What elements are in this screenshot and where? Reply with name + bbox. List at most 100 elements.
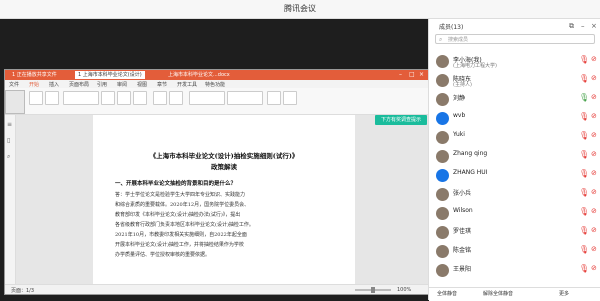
camera-off-icon[interactable]: ⊘ (591, 245, 597, 253)
doc-section-heading: 一、开展本科毕业论文抽检的背景和目的是什么？ (115, 181, 237, 187)
participant-name: 罗佳琪 (453, 228, 472, 235)
participant-subtitle: (上海电力工程大学) (453, 63, 497, 69)
ribbon-tab-file[interactable]: 文件 (9, 81, 19, 88)
camera-off-icon[interactable]: ⊘ (591, 169, 597, 177)
search-icon[interactable]: ⌕ (7, 153, 10, 161)
ribbon-tab-insert[interactable]: 插入 (49, 81, 59, 88)
app-tab-2[interactable]: 上海市本科毕业论文...docx (165, 71, 233, 79)
ribbon-tab-chapter[interactable]: 章节 (157, 81, 167, 88)
ribbon-tab-review[interactable]: 审阅 (117, 81, 127, 88)
doc-paragraph-line: 2021年10月，市教委印发相关实施细则，自2022年起全面 (115, 232, 247, 238)
format-button[interactable] (283, 91, 297, 105)
doc-paragraph-line: 开展本科毕业论文(设计)抽检工作，并将抽检结果作为学校 (115, 242, 244, 248)
doc-paragraph-line: 各省级教育行政部门负责本地区本科毕业论文(设计)抽检工作。 (115, 222, 254, 228)
avatar (436, 169, 449, 182)
minimize-panel-icon[interactable]: – (581, 22, 585, 30)
style-gallery-2[interactable] (227, 91, 263, 105)
camera-off-icon[interactable]: ⊘ (591, 74, 597, 82)
select-tool-button[interactable] (5, 90, 25, 114)
find-button[interactable] (267, 91, 281, 105)
wps-window: 1 正在播放共享文件 1 上海市本科毕业论文(设计) 上海市本科毕业论文...d… (4, 69, 430, 295)
participant-name: Wilson (453, 207, 473, 214)
copy-button[interactable] (45, 91, 59, 105)
participant-row[interactable]: 王景阳 🎙 ⊘ (429, 259, 600, 281)
zoom-level[interactable]: 100% (397, 287, 411, 293)
window-title: 腾讯会议 (284, 4, 316, 13)
close-panel-icon[interactable]: × (591, 22, 597, 30)
close-icon[interactable]: × (419, 71, 424, 78)
participant-name: 陈金铭 (453, 247, 472, 254)
font-selector[interactable] (63, 91, 99, 105)
avatar (436, 245, 449, 258)
search-placeholder: 搜索成员 (448, 37, 469, 43)
underline-button[interactable] (133, 91, 147, 105)
search-icon: ⌕ (439, 36, 443, 43)
more-button[interactable]: 更多 (559, 290, 569, 297)
ribbon-tab-view[interactable]: 视图 (137, 81, 147, 88)
microphone-muted-icon[interactable]: 🎙 (579, 226, 589, 235)
align-left-button[interactable] (153, 91, 167, 105)
participant-name: ZHANG HUI (453, 169, 488, 176)
doc-paragraph-line: 办学质量评估、学位授权审核的重要依据。 (115, 252, 211, 258)
microphone-muted-icon[interactable]: 🎙 (579, 207, 589, 216)
maximize-icon[interactable]: □ (409, 71, 415, 78)
doc-paragraph-line: 答：学士学位论文是检验学生大学四年专业知识、实践能力 (115, 192, 246, 198)
camera-off-icon[interactable]: ⊘ (591, 150, 597, 158)
document-page[interactable]: 《上海市本科毕业论文(设计)抽检实施细则(试行)》 政策解读 一、开展本科毕业论… (93, 115, 355, 284)
avatar (436, 264, 449, 277)
camera-off-icon[interactable]: ⊘ (591, 188, 597, 196)
ribbon-tab-references[interactable]: 引用 (97, 81, 107, 88)
app-tab-0[interactable]: 1 正在播放共享文件 (9, 71, 60, 79)
avatar (436, 150, 449, 163)
avatar (436, 207, 449, 220)
participants-header: 成员(13) ⧉ – × (429, 19, 600, 33)
mute-all-button[interactable]: 全体静音 (437, 290, 457, 297)
ribbon-tab-dev[interactable]: 开发工具 (177, 81, 197, 88)
avatar (436, 112, 449, 125)
camera-off-icon[interactable]: ⊘ (591, 112, 597, 120)
app-tab-1[interactable]: 1 上海市本科毕业论文(设计) (75, 71, 145, 79)
microphone-muted-icon[interactable]: 🎙 (579, 131, 589, 140)
doc-paragraph-line: 和综合素质的重要载体。2020年12月，国务院学位委员会、 (115, 202, 250, 208)
ribbon-tab-layout[interactable]: 页面布局 (69, 81, 89, 88)
microphone-muted-icon[interactable]: 🎙 (579, 169, 589, 178)
ribbon-tab-special[interactable]: 特色功能 (205, 81, 225, 88)
avatar (436, 188, 449, 201)
zoom-slider-knob[interactable] (371, 287, 375, 293)
microphone-muted-icon[interactable]: 🎙 (579, 150, 589, 159)
popout-icon[interactable]: ⧉ (569, 22, 574, 31)
camera-off-icon[interactable]: ⊘ (591, 207, 597, 215)
camera-off-icon[interactable]: ⊘ (591, 93, 597, 101)
participant-name: 张小兵 (453, 190, 472, 197)
cut-button[interactable] (29, 91, 43, 105)
bold-button[interactable] (101, 91, 115, 105)
participants-title: 成员(13) (439, 24, 464, 31)
camera-off-icon[interactable]: ⊘ (591, 131, 597, 139)
app-tab-bar: 1 正在播放共享文件 1 上海市本科毕业论文(设计) 上海市本科毕业论文...d… (5, 70, 429, 80)
avatar (436, 55, 449, 68)
unmute-all-button[interactable]: 解除全体静音 (483, 290, 513, 297)
minimize-icon[interactable]: – (399, 71, 402, 78)
document-area: ≡ ▯ ⌕ 《上海市本科毕业论文(设计)抽检实施细则(试行)》 政策解读 一、开… (5, 115, 429, 284)
microphone-muted-icon[interactable]: 🎙 (579, 112, 589, 121)
camera-off-icon[interactable]: ⊘ (591, 55, 597, 63)
italic-button[interactable] (117, 91, 131, 105)
bookmark-icon[interactable]: ▯ (7, 137, 10, 144)
survey-badge[interactable]: 下方有奖调查提示 (375, 115, 427, 125)
nav-icon[interactable]: ≡ (7, 121, 12, 128)
style-gallery[interactable] (189, 91, 225, 105)
participants-footer: 全体静音 解除全体静音 更多 (429, 287, 600, 301)
microphone-muted-icon[interactable]: 🎙 (579, 264, 589, 273)
microphone-muted-icon[interactable]: 🎙 (579, 74, 589, 83)
left-nav-bar: ≡ ▯ ⌕ (5, 115, 16, 284)
microphone-icon[interactable]: 🎙 (579, 93, 589, 102)
camera-off-icon[interactable]: ⊘ (591, 264, 597, 272)
status-bar: 页面：1/3 100% (5, 284, 429, 294)
microphone-muted-icon[interactable]: 🎙 (579, 245, 589, 254)
camera-off-icon[interactable]: ⊘ (591, 226, 597, 234)
microphone-muted-icon[interactable]: 🎙 (579, 188, 589, 197)
align-center-button[interactable] (169, 91, 183, 105)
microphone-muted-icon[interactable]: 🎙 (579, 55, 589, 64)
member-search-input[interactable]: ⌕ 搜索成员 (435, 34, 595, 44)
avatar (436, 226, 449, 239)
